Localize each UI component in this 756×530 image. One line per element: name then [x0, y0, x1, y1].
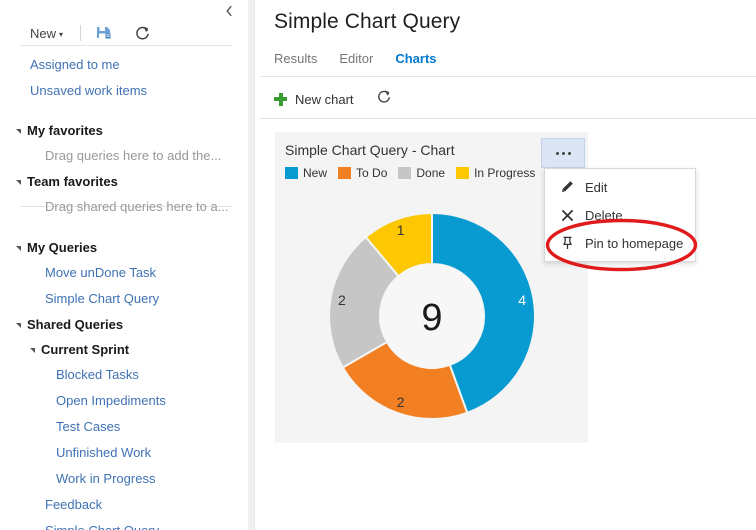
ellipsis-icon — [555, 151, 571, 155]
chart-context-menu: Edit Delete Pin to homepage — [544, 168, 696, 262]
donut-chart-svg: 4 2 2 1 9 — [327, 211, 536, 420]
pencil-icon — [557, 180, 577, 194]
sidebar-group-my-favorites[interactable]: My favorites — [0, 118, 248, 143]
chevron-left-glyph — [226, 5, 232, 17]
save-query-icon[interactable] — [94, 23, 114, 43]
refresh-glyph — [377, 90, 390, 103]
chart-legend: New To Do Done In Progress — [285, 166, 546, 180]
sidebar-group-label: Shared Queries — [27, 317, 124, 332]
application-window: New ▾ Assigned to me Unsaved work items … — [0, 0, 756, 530]
menu-item-label: Pin to homepage — [585, 235, 684, 251]
sidebar-group-team-favorites[interactable]: Team favorites — [0, 169, 248, 194]
sidebar-item-simple-chart-query[interactable]: Simple Chart Query — [0, 286, 248, 312]
tab-editor[interactable]: Editor — [339, 51, 373, 66]
refresh-charts-icon[interactable] — [376, 89, 392, 110]
expander-triangle-icon — [16, 246, 21, 251]
legend-swatch-in-progress — [456, 167, 470, 179]
sidebar-group-my-queries[interactable]: My Queries — [0, 235, 248, 260]
sidebar-item-shared-simple-chart-query[interactable]: Simple Chart Query — [0, 518, 248, 530]
queries-sidebar: New ▾ Assigned to me Unsaved work items … — [0, 0, 248, 530]
plus-icon — [274, 92, 287, 106]
sidebar-group-label: Current Sprint — [41, 342, 130, 357]
legend-item[interactable]: In Progress — [456, 166, 535, 180]
sidebar-item-unsaved-work-items[interactable]: Unsaved work items — [0, 78, 248, 104]
expander-triangle-icon — [16, 129, 21, 134]
legend-item[interactable]: New — [285, 166, 327, 180]
sidebar-item-move-undone-task[interactable]: Move unDone Task — [0, 260, 248, 286]
sidebar-item-blocked-tasks[interactable]: Blocked Tasks — [0, 362, 248, 388]
sidebar-hint-team-favorites: Drag shared queries here to a... — [45, 199, 229, 214]
donut-chart: 4 2 2 1 9 — [275, 188, 588, 443]
sidebar-group-label: My Queries — [27, 240, 98, 255]
pin-glyph — [562, 236, 572, 249]
sidebar-nav: Assigned to me Unsaved work items My fav… — [0, 52, 248, 530]
sidebar-item-work-in-progress[interactable]: Work in Progress — [0, 466, 248, 492]
legend-item[interactable]: To Do — [338, 166, 387, 180]
tab-charts[interactable]: Charts — [395, 51, 436, 66]
sidebar-resize-divider[interactable] — [248, 0, 255, 530]
tab-results[interactable]: Results — [274, 51, 317, 66]
sidebar-divider-top — [20, 45, 232, 46]
chart-card-title: Simple Chart Query - Chart — [285, 142, 455, 158]
sidebar-group-shared-queries[interactable]: Shared Queries — [0, 312, 248, 337]
menu-item-delete[interactable]: Delete — [545, 201, 695, 229]
sidebar-item-assigned-to-me[interactable]: Assigned to me — [0, 52, 248, 78]
sidebar-hint-my-favorites: Drag queries here to add the... — [45, 148, 222, 163]
menu-item-edit[interactable]: Edit — [545, 173, 695, 201]
pin-icon — [557, 236, 577, 250]
toolbar-separator — [80, 25, 82, 41]
sidebar-toolbar: New ▾ — [0, 18, 248, 48]
chart-overflow-menu-button[interactable] — [541, 138, 585, 168]
chevron-down-icon: ▾ — [59, 29, 64, 39]
donut-slice-value: 2 — [396, 393, 404, 409]
expander-triangle-icon — [16, 323, 21, 328]
save-glyph — [96, 27, 111, 39]
pencil-glyph — [562, 181, 573, 192]
charts-toolbar: New chart — [274, 86, 392, 112]
legend-label: To Do — [356, 166, 388, 180]
legend-label: Done — [416, 166, 446, 180]
sidebar-item-feedback[interactable]: Feedback — [0, 492, 248, 518]
tabs-divider — [260, 76, 756, 77]
tab-bar: Results Editor Charts — [274, 51, 459, 66]
menu-item-pin-to-homepage[interactable]: Pin to homepage — [545, 229, 695, 257]
sidebar-item-unfinished-work[interactable]: Unfinished Work — [0, 440, 248, 466]
legend-swatch-done — [398, 167, 412, 179]
legend-label: In Progress — [474, 166, 536, 180]
sidebar-group-label: My favorites — [27, 123, 103, 138]
menu-item-label: Edit — [585, 179, 608, 195]
donut-slice-value: 4 — [518, 292, 526, 308]
new-query-button[interactable]: New ▾ — [30, 26, 63, 41]
close-x-icon — [557, 209, 577, 222]
expander-triangle-icon — [30, 348, 35, 353]
sidebar-group-current-sprint[interactable]: Current Sprint — [0, 337, 248, 362]
main-content: Simple Chart Query Results Editor Charts… — [256, 0, 756, 530]
legend-label: New — [303, 166, 328, 180]
legend-swatch-to-do — [338, 167, 352, 179]
page-title: Simple Chart Query — [274, 10, 461, 33]
expander-triangle-icon — [16, 180, 21, 185]
chart-card: Simple Chart Query - Chart New To Do Don… — [275, 132, 588, 443]
donut-slice-value: 1 — [396, 222, 404, 238]
x-glyph — [561, 209, 573, 221]
sidebar-item-test-cases[interactable]: Test Cases — [0, 414, 248, 440]
toolbar-divider — [260, 118, 756, 119]
sidebar-group-label: Team favorites — [27, 174, 118, 189]
sidebar-item-open-impediments[interactable]: Open Impediments — [0, 388, 248, 414]
refresh-glyph — [135, 26, 149, 39]
legend-item[interactable]: Done — [398, 166, 445, 180]
donut-slice-value: 2 — [337, 292, 345, 308]
new-query-label: New — [30, 25, 57, 41]
new-chart-button[interactable]: New chart — [295, 92, 354, 107]
menu-item-label: Delete — [585, 207, 623, 223]
refresh-icon[interactable] — [132, 23, 152, 43]
legend-swatch-new — [285, 167, 298, 179]
donut-total-label: 9 — [421, 297, 442, 339]
